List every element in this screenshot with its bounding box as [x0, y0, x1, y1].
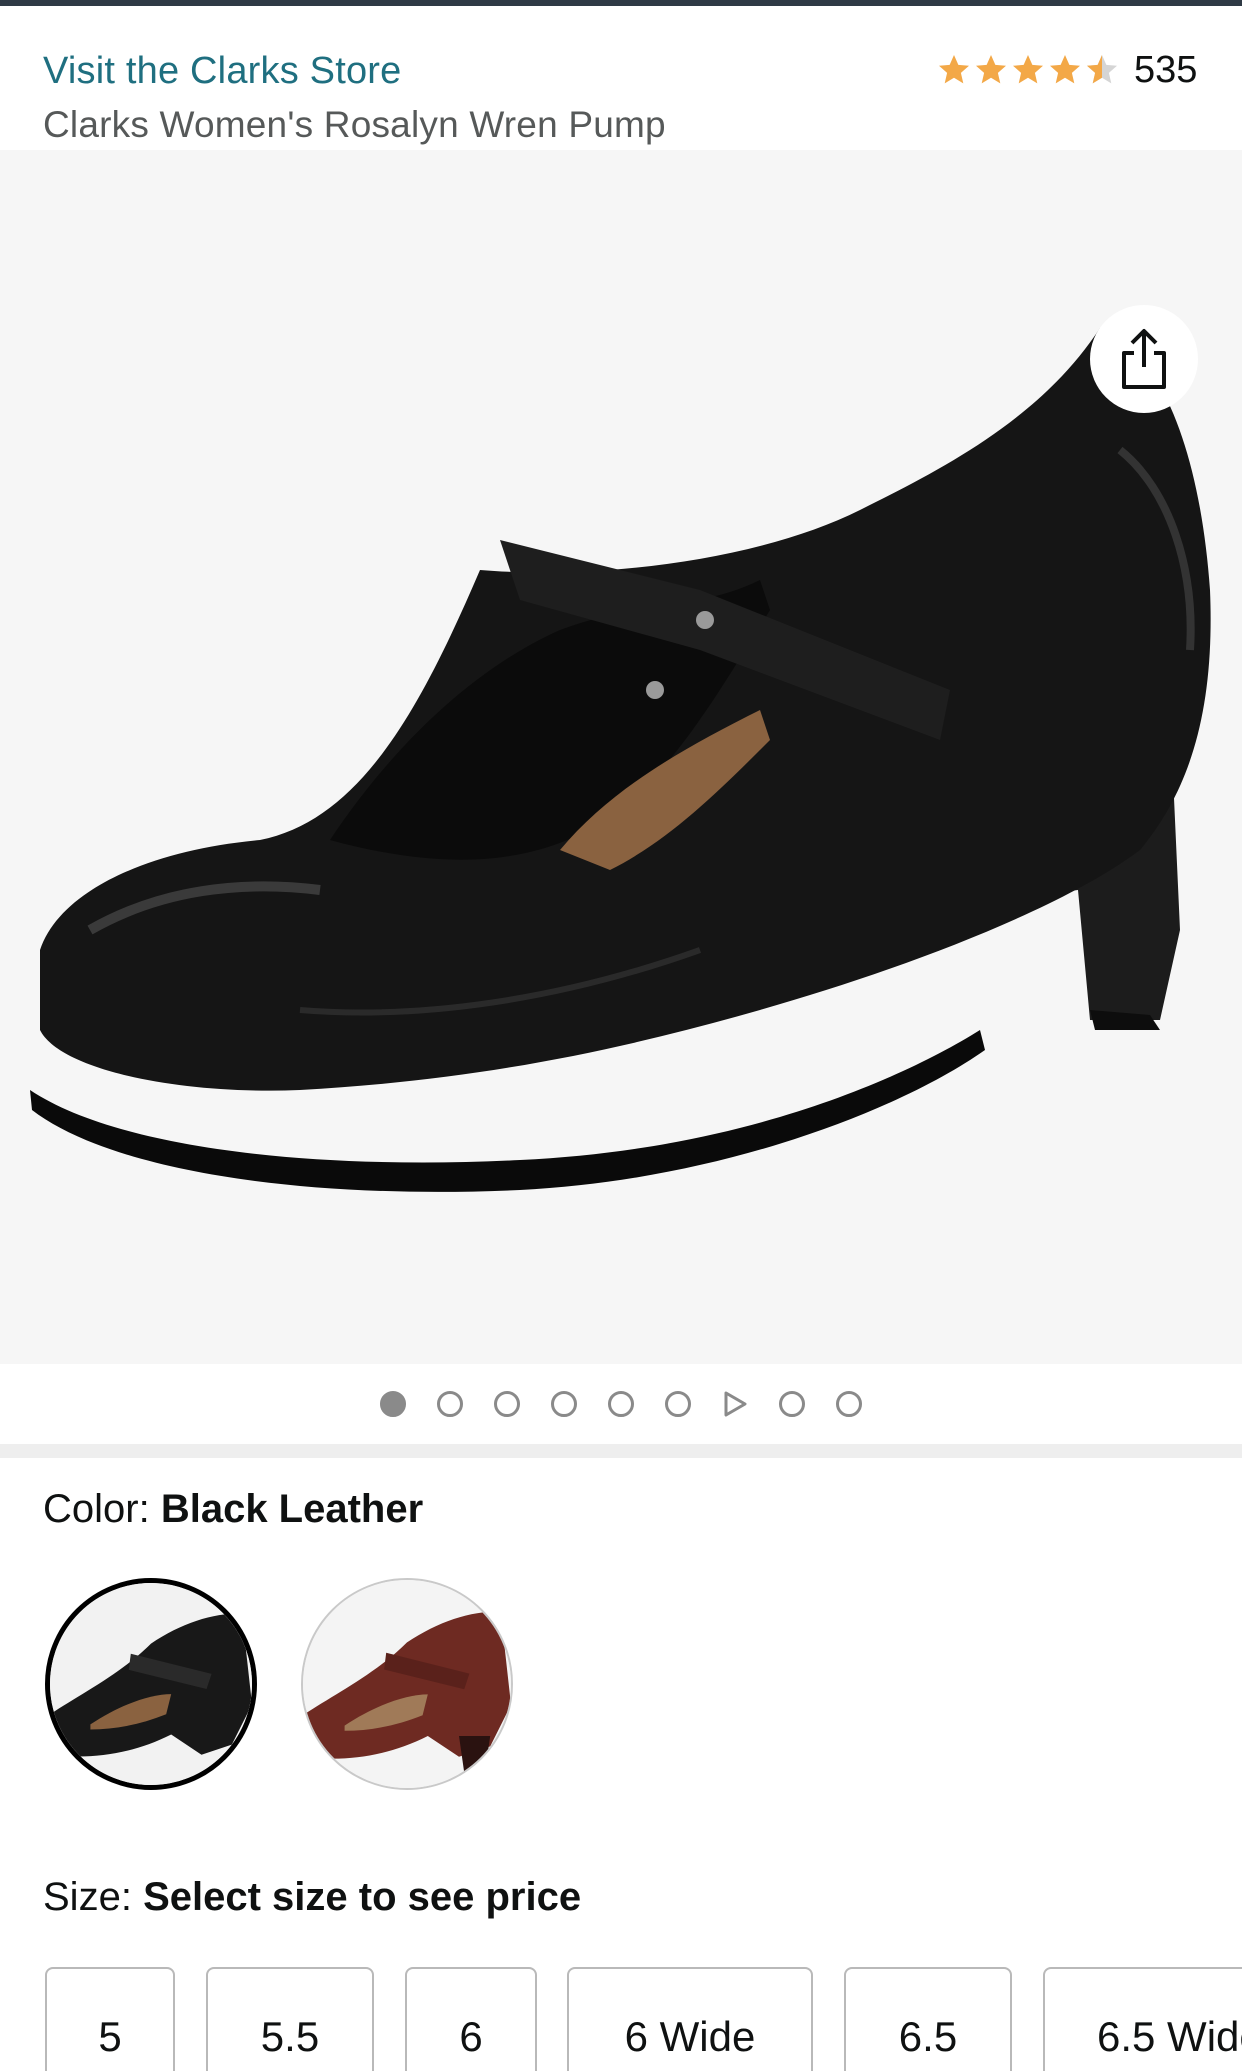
- share-icon: [1122, 329, 1166, 389]
- color-swatch-burgundy[interactable]: [301, 1578, 513, 1790]
- size-selection-label: Size: Select size to see price: [43, 1875, 581, 1920]
- size-label: Size:: [43, 1875, 132, 1919]
- color-label: Color:: [43, 1487, 150, 1531]
- pagination-dot[interactable]: [437, 1391, 463, 1417]
- product-title: Clarks Women's Rosalyn Wren Pump: [43, 104, 666, 145]
- size-option-6-wide[interactable]: 6 Wide: [567, 1967, 813, 2071]
- star-icon: [1050, 55, 1080, 84]
- pagination-dot[interactable]: [779, 1391, 805, 1417]
- size-prompt: Select size to see price: [143, 1875, 582, 1919]
- pagination-dot[interactable]: [665, 1391, 691, 1417]
- size-option-5[interactable]: 5: [45, 1967, 175, 2071]
- size-option-label: 6.5 Wide: [1097, 2013, 1242, 2060]
- size-option-6-5[interactable]: 6.5: [844, 1967, 1012, 2071]
- selected-color-name: Black Leather: [160, 1487, 424, 1531]
- color-selection-label: Color: Black Leather: [43, 1487, 423, 1532]
- product-header: Visit the Clarks Store Clarks Women's Ro…: [0, 6, 1242, 150]
- star-icon: [939, 55, 969, 84]
- share-button[interactable]: [1090, 305, 1198, 413]
- star-icon: [1013, 55, 1043, 84]
- image-pagination: [0, 1364, 1242, 1444]
- pagination-dot-active[interactable]: [380, 1391, 406, 1417]
- pagination-dot[interactable]: [836, 1391, 862, 1417]
- size-option-label: 5.5: [260, 2013, 320, 2060]
- size-option-label: 6 Wide: [624, 2013, 756, 2060]
- store-link[interactable]: Visit the Clarks Store: [43, 50, 402, 93]
- section-divider: [0, 1444, 1242, 1458]
- video-play-icon[interactable]: [722, 1391, 748, 1417]
- star-icon: [976, 55, 1006, 84]
- swatch-image-black: [50, 1583, 252, 1785]
- star-rating: [936, 52, 1120, 88]
- swatch-image-burgundy: [303, 1580, 511, 1788]
- pagination-dot[interactable]: [494, 1391, 520, 1417]
- size-option-6-5-wide[interactable]: 6.5 Wide: [1043, 1967, 1242, 2071]
- size-option-label: 6: [459, 2013, 483, 2060]
- pagination-dot[interactable]: [608, 1391, 634, 1417]
- size-option-6[interactable]: 6: [405, 1967, 537, 2071]
- pagination-dot[interactable]: [551, 1391, 577, 1417]
- color-swatch-black[interactable]: [45, 1578, 257, 1790]
- size-option-label: 5: [98, 2013, 122, 2060]
- rating-summary[interactable]: 535: [936, 46, 1197, 94]
- rating-count: 535: [1134, 48, 1198, 91]
- product-image-gallery[interactable]: [0, 150, 1242, 1364]
- product-image: [30, 328, 1211, 1192]
- half-star-icon: [1087, 55, 1117, 84]
- size-option-label: 6.5: [898, 2013, 958, 2060]
- size-option-5-5[interactable]: 5.5: [206, 1967, 374, 2071]
